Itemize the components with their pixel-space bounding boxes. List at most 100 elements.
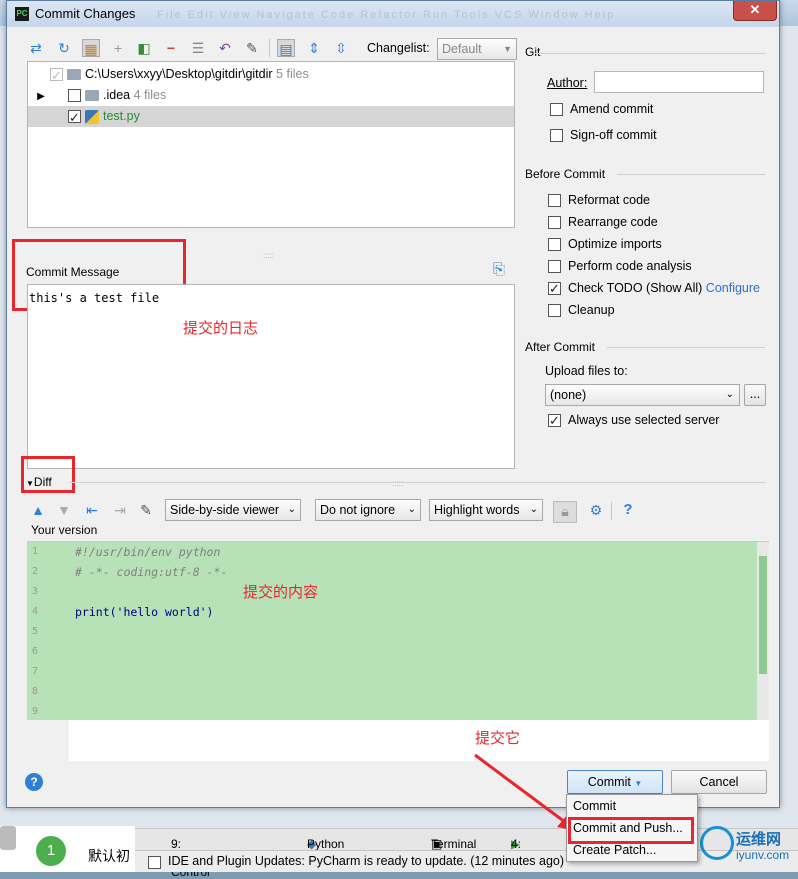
line-number: 3 <box>32 586 39 597</box>
diff-toolbar-separator <box>611 502 612 520</box>
signoff-commit-option[interactable]: Sign-off commit <box>550 125 657 145</box>
edit-source-icon[interactable]: ✎ <box>137 501 155 519</box>
root-count: 5 files <box>276 67 309 81</box>
message-history-icon[interactable]: ⎘ <box>493 261 505 278</box>
diff-toolbar: ▲ ▼ ⇤ ⇥ ✎ Side-by-side viewer ⌄ Do not ig… <box>29 499 769 523</box>
analysis-checkbox[interactable] <box>548 260 561 274</box>
line-number: 9 <box>32 706 39 717</box>
tree-folder-row[interactable]: ▶ .idea 4 files <box>28 85 514 106</box>
splitter-handle[interactable]: ::::: <box>263 251 274 260</box>
ignore-select[interactable]: Do not ignore ⌄ <box>315 499 421 521</box>
diff-splitter-handle[interactable]: ::::: <box>392 479 403 488</box>
browse-button[interactable]: ... <box>744 384 766 406</box>
always-use-label: Always use selected server <box>568 413 720 427</box>
author-label-text: Author: <box>547 76 588 90</box>
before-commit-divider <box>617 174 765 175</box>
todo-option[interactable]: Check TODO (Show All) Configure <box>548 278 760 299</box>
gear-icon[interactable]: ⚙ <box>587 501 605 519</box>
diff-toggle[interactable]: ▼Diff <box>26 475 52 489</box>
scrollbar-thumb[interactable] <box>759 556 767 674</box>
refresh-icon[interactable]: ↻ <box>55 39 73 57</box>
previous-file-icon[interactable]: ⇤ <box>83 501 101 519</box>
upload-value: (none) <box>550 388 587 402</box>
optimize-checkbox[interactable] <box>548 238 561 252</box>
previous-diff-icon[interactable]: ▲ <box>29 501 47 519</box>
folder-icon <box>85 90 99 102</box>
always-use-checkbox[interactable] <box>548 411 561 431</box>
reformat-checkbox[interactable] <box>548 194 561 208</box>
upload-server-select[interactable]: (none) ⌄ <box>545 384 740 406</box>
add-icon[interactable]: + <box>109 39 127 57</box>
tree-file-row[interactable]: test.py <box>28 106 514 128</box>
commit-message-input[interactable]: this's a test file <box>27 284 515 469</box>
python-file-icon <box>85 109 99 124</box>
remove-icon[interactable]: − <box>162 39 180 57</box>
chevron-down-icon: ▼ <box>503 44 512 54</box>
file-checkbox[interactable] <box>68 107 81 128</box>
next-file-icon[interactable]: ⇥ <box>111 501 129 519</box>
amend-checkbox[interactable] <box>550 103 563 117</box>
folder-checkbox[interactable] <box>68 89 81 103</box>
git-divider <box>535 53 765 54</box>
analysis-option[interactable]: Perform code analysis <box>548 256 692 276</box>
thumbs-up-icon <box>0 826 16 850</box>
changes-toolbar: ⇄ ↻ ▦ + ◧ − ☰ ↶ ✎ ▤ ⇕ ⇳ Changelist: Defa… <box>27 38 517 61</box>
chevron-down-icon: ⌄ <box>407 504 416 515</box>
help-icon[interactable]: ? <box>25 773 43 791</box>
expand-all-icon[interactable]: ⇕ <box>305 39 323 57</box>
viewer-select[interactable]: Side-by-side viewer ⌄ <box>165 499 301 521</box>
configure-link[interactable]: Configure <box>706 281 760 295</box>
folder-count: 4 files <box>133 88 167 102</box>
changelist-select[interactable]: Default ▼ <box>437 38 517 60</box>
commit-button[interactable]: Commit ▼ <box>567 770 663 794</box>
next-diff-icon[interactable]: ▼ <box>55 501 73 519</box>
optimize-option[interactable]: Optimize imports <box>548 234 662 254</box>
show-unversioned-icon[interactable]: ▦ <box>82 39 100 57</box>
edit-source-icon[interactable]: ✎ <box>243 39 261 57</box>
scrollbar[interactable] <box>757 542 769 720</box>
close-button[interactable]: ✕ <box>733 1 777 21</box>
move-changelist-icon[interactable]: ◧ <box>135 39 153 57</box>
collapse-all-icon[interactable]: ⇳ <box>332 39 350 57</box>
todo-label: Check TODO (Show All) <box>568 281 703 295</box>
watermark-logo: 运维网 iyunv.com <box>700 826 796 866</box>
diff-editor[interactable]: 1 #!/usr/bin/env python 2 # -*- coding:utf-… <box>27 541 769 762</box>
todo-checkbox[interactable] <box>548 279 561 299</box>
group-by-directory-icon[interactable]: ▤ <box>277 39 295 57</box>
chevron-right-icon[interactable]: ▶ <box>28 86 54 107</box>
reformat-label: Reformat code <box>568 193 650 207</box>
after-commit-divider <box>607 347 765 348</box>
group-icon[interactable]: ☰ <box>189 39 207 57</box>
rearrange-label: Rearrange code <box>568 215 658 229</box>
reformat-option[interactable]: Reformat code <box>548 190 650 210</box>
diff-divider <box>69 482 765 483</box>
triangle-down-icon: ▼ <box>26 479 34 488</box>
rollback-icon[interactable]: ↶ <box>216 39 234 57</box>
always-use-option[interactable]: Always use selected server <box>548 410 720 431</box>
amend-commit-option[interactable]: Amend commit <box>550 99 653 119</box>
menu-item-commit[interactable]: Commit <box>567 795 697 817</box>
cleanup-option[interactable]: Cleanup <box>548 300 615 320</box>
dialog-titlebar: PC Commit Changes File Edit View Navigat… <box>7 1 779 27</box>
show-diff-icon[interactable]: ⇄ <box>27 39 45 57</box>
lock-icon[interactable]: 🔒︎ <box>553 501 577 523</box>
rearrange-checkbox[interactable] <box>548 216 561 230</box>
code-line: print('hello world') <box>75 605 214 619</box>
cleanup-checkbox[interactable] <box>548 304 561 318</box>
commit-message-text: this's a test file <box>29 291 160 305</box>
changelist-value: Default <box>442 42 482 56</box>
chevron-down-icon: ⌄ <box>725 389 734 400</box>
cancel-button[interactable]: Cancel <box>671 770 767 794</box>
annotation-log: 提交的日志 <box>183 320 259 337</box>
chevron-down-icon[interactable]: ▼ <box>634 779 642 788</box>
status-checkbox[interactable] <box>148 856 161 870</box>
rearrange-option[interactable]: Rearrange code <box>548 212 658 232</box>
root-checkbox[interactable] <box>50 65 63 86</box>
tool-window-strip: ⑂ 9: Version Control ◆ Python Console ▣ … <box>135 828 798 879</box>
highlight-select[interactable]: Highlight words ⌄ <box>429 499 543 521</box>
diff-help-icon[interactable]: ? <box>619 501 637 519</box>
step-badge: 1 <box>36 836 66 866</box>
signoff-checkbox[interactable] <box>550 129 563 143</box>
tree-root-row[interactable]: C:\Users\xxyy\Desktop\gitdir\gitdir 5 fi… <box>28 64 514 86</box>
author-input[interactable] <box>594 71 764 93</box>
